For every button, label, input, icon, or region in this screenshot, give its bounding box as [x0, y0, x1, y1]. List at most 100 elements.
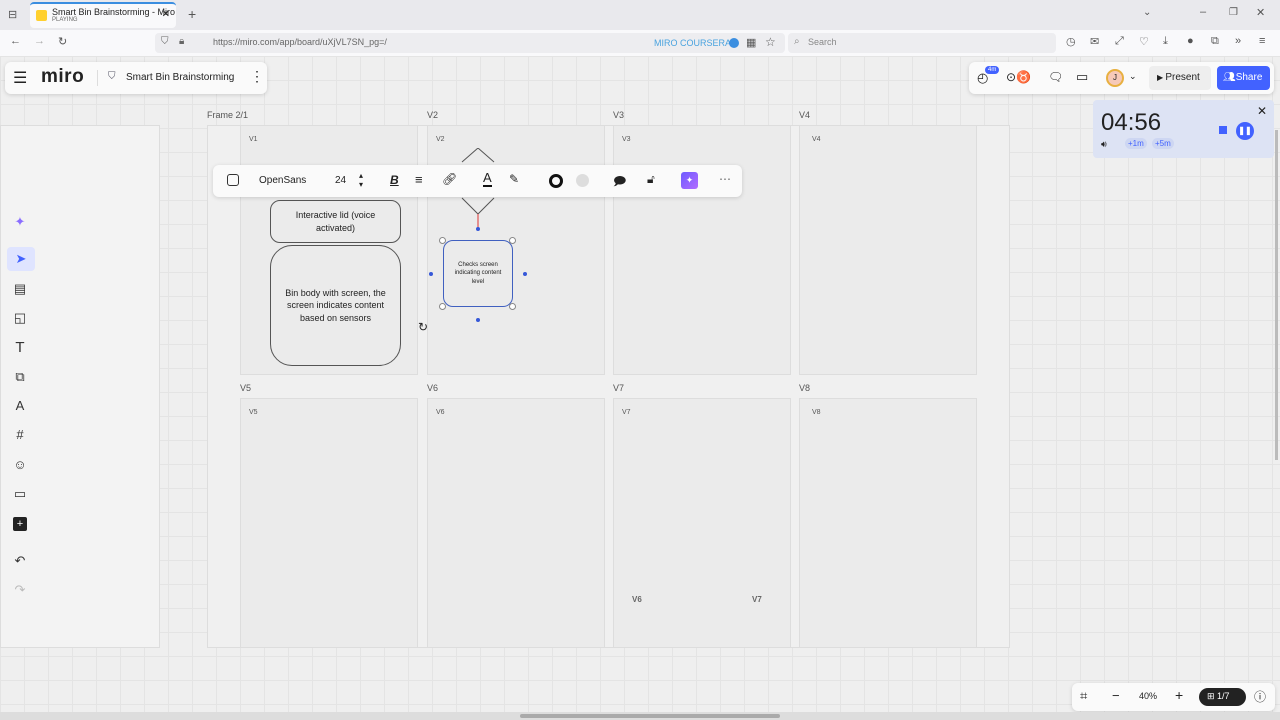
highlight-pen-icon[interactable]: ✎	[509, 172, 519, 186]
connector-point[interactable]	[429, 272, 433, 276]
board-canvas[interactable]: Frame 2/1 V2 V3 V4 V5 V6 V7 V8 V1 V2 V3 …	[0, 56, 1280, 712]
text-tool-icon[interactable]: T	[6, 339, 34, 356]
sticker-v6[interactable]: V6	[632, 595, 642, 604]
history-icon[interactable]: ◷	[1066, 35, 1076, 48]
frame-v8[interactable]: V8	[799, 398, 977, 648]
font-size-stepper-icon[interactable]: ▴ ▾	[359, 171, 363, 189]
pen-icon[interactable]: A	[6, 398, 34, 413]
download-icon[interactable]: ⤓	[1163, 35, 1168, 48]
mail-icon[interactable]: ✉	[1090, 35, 1099, 48]
add-1m-button[interactable]: +1m	[1125, 138, 1147, 149]
font-size-input[interactable]: 24	[335, 175, 346, 186]
close-timer-icon[interactable]: ✕	[1257, 104, 1267, 118]
frame-v6[interactable]: V6	[427, 398, 605, 648]
main-menu-icon[interactable]: ☰	[13, 68, 27, 88]
align-center-icon[interactable]: ≡	[415, 172, 423, 187]
stickers-icon[interactable]: ☺	[6, 457, 34, 472]
board-title[interactable]: Smart Bin Brainstorming	[126, 72, 234, 83]
browser-search-input[interactable]: ⌕ Search	[788, 33, 1056, 53]
frame-v3[interactable]: V3	[613, 125, 791, 375]
fill-color-icon[interactable]	[576, 174, 589, 187]
zoom-out-icon[interactable]: −	[1112, 688, 1120, 703]
resize-handle[interactable]	[439, 237, 446, 244]
avatar[interactable]: J	[1106, 69, 1124, 87]
lid-shape[interactable]: Interactive lid (voice activated)	[270, 200, 401, 243]
chevron-down-icon[interactable]: ⌄	[1129, 71, 1137, 82]
redo-icon[interactable]: ↷	[6, 582, 34, 598]
zoom-in-icon[interactable]: +	[1175, 687, 1183, 703]
resize-handle[interactable]	[439, 303, 446, 310]
bold-icon[interactable]: B	[390, 173, 399, 187]
account-icon[interactable]: ●	[1187, 35, 1194, 47]
resize-handle[interactable]	[509, 237, 516, 244]
reactions-icon[interactable]: ⊙♉	[1006, 70, 1031, 84]
comment-activity-icon[interactable]: 🗨︎	[1048, 70, 1063, 84]
ai-sparkle-icon[interactable]: ✦	[6, 214, 34, 230]
extensions-grid-icon[interactable]: ▦	[746, 36, 756, 49]
connector-point[interactable]	[476, 227, 480, 231]
comment-icon[interactable]: 🗩︎	[613, 172, 626, 193]
more-tools-icon[interactable]: +	[13, 517, 27, 531]
pages-button[interactable]: ⊞ 1/7	[1199, 688, 1246, 706]
menu-icon[interactable]: ≡	[1259, 35, 1265, 47]
pause-icon[interactable]: ❚❚	[1236, 122, 1254, 140]
bin-body-shape[interactable]: Bin body with screen, the screen indicat…	[270, 245, 401, 366]
expand-icon[interactable]: ⤢	[1115, 35, 1124, 48]
frame-title[interactable]: Frame 2/1	[207, 110, 248, 120]
stop-icon[interactable]	[1219, 126, 1227, 134]
fit-frame-icon[interactable]: ⌗	[1080, 688, 1087, 704]
vertical-scrollbar[interactable]	[1275, 130, 1278, 460]
frame-label-v3[interactable]: V3	[613, 110, 624, 120]
pocket-icon[interactable]: ♡	[1139, 35, 1149, 48]
browser-tab[interactable]: Smart Bin Brainstorming - Miro PLAYING ✕	[30, 2, 176, 28]
undo-icon[interactable]: ↶	[6, 553, 34, 569]
present-button[interactable]: ▶ Present	[1149, 66, 1211, 90]
extensions-icon[interactable]: ⧉	[1211, 35, 1219, 48]
font-select[interactable]: OpenSans	[259, 175, 306, 186]
horizontal-scrollbar[interactable]	[0, 712, 1280, 720]
frame-v7[interactable]: V7	[613, 398, 791, 648]
close-window-icon[interactable]: ✕	[1256, 6, 1265, 19]
frame-v5[interactable]: V5	[240, 398, 418, 648]
add-5m-button[interactable]: +5m	[1152, 138, 1174, 149]
back-icon[interactable]: ←	[10, 35, 21, 47]
share-button[interactable]: 👥︎Share	[1217, 66, 1270, 90]
close-tab-icon[interactable]: ✕	[162, 9, 170, 20]
profile-label[interactable]: MIRO COURSERA	[654, 38, 731, 48]
resize-handle[interactable]	[509, 303, 516, 310]
border-style-icon[interactable]	[549, 174, 563, 188]
forward-icon[interactable]: →	[34, 35, 45, 47]
more-options-icon[interactable]: ⋯	[719, 172, 731, 186]
text-color-icon[interactable]: A	[483, 171, 492, 187]
minimize-icon[interactable]: –	[1200, 6, 1206, 18]
check-screen-shape[interactable]: Checks screen indicating content level	[443, 240, 513, 307]
scrollbar-thumb[interactable]	[520, 714, 780, 718]
board-options-icon[interactable]: ⋮	[250, 68, 264, 85]
miro-logo[interactable]: miro	[41, 66, 84, 88]
tab-list-icon[interactable]: ⊟	[8, 8, 17, 21]
frame-tool-icon[interactable]: #	[6, 427, 34, 442]
connector-point[interactable]	[523, 272, 527, 276]
list-all-tabs-icon[interactable]: ⌄	[1143, 7, 1151, 18]
overflow-icon[interactable]: »	[1235, 35, 1241, 47]
connector-point[interactable]	[476, 318, 480, 322]
comment-icon[interactable]: ▭	[6, 486, 34, 502]
shapes-icon[interactable]: ⧉	[6, 369, 34, 385]
link-icon[interactable]: 🔗︎	[442, 172, 457, 186]
frame-label-v4[interactable]: V4	[799, 110, 810, 120]
volume-icon[interactable]: 🔊︎	[1101, 139, 1107, 150]
ai-assist-icon[interactable]: ✦	[681, 172, 698, 189]
zoom-level[interactable]: 40%	[1139, 691, 1157, 701]
frame-label-v2[interactable]: V2	[427, 110, 438, 120]
restore-icon[interactable]: ❐	[1229, 7, 1238, 18]
bookmark-star-icon[interactable]: ☆	[765, 35, 776, 49]
sticker-v7[interactable]: V7	[752, 595, 762, 604]
sticky-note-icon[interactable]: ◱	[6, 310, 34, 326]
new-tab-icon[interactable]: +	[188, 6, 196, 22]
templates-icon[interactable]: ▤	[6, 281, 34, 297]
video-icon[interactable]: ▭	[1076, 69, 1088, 85]
help-icon[interactable]: ⓘ	[1254, 688, 1266, 705]
frame-label-v7[interactable]: V7	[613, 383, 624, 393]
frame-label-v8[interactable]: V8	[799, 383, 810, 393]
select-tool-icon[interactable]: ➤	[7, 247, 35, 271]
